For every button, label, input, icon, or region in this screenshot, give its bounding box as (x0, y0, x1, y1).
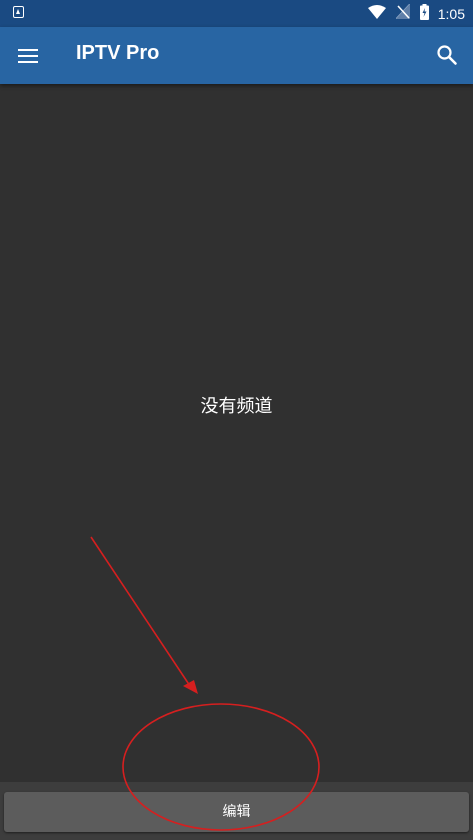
bottom-bar: 编辑 (0, 782, 473, 840)
status-time: 1:05 (437, 5, 465, 22)
annotation-arrow (90, 536, 191, 687)
hamburger-menu-icon[interactable] (18, 45, 40, 67)
app-title: IPTV Pro (76, 42, 160, 64)
status-icons: 1:05 (358, 0, 465, 27)
search-icon[interactable] (436, 44, 458, 66)
empty-channels-message: 没有频道 (200, 396, 273, 417)
app-bar: IPTV Pro (0, 27, 473, 84)
no-signal-icon (394, 2, 411, 23)
edit-button[interactable]: 编辑 (4, 792, 469, 832)
screen: 1:05 IPTV Pro 没有频道 编辑 (0, 0, 473, 840)
annotation-overlay (90, 536, 320, 831)
wifi-icon (367, 4, 386, 23)
annotation-arrowhead (183, 680, 198, 694)
accessibility-icon (13, 6, 24, 18)
status-bar: 1:05 (0, 0, 473, 27)
battery-charging-icon (419, 3, 429, 24)
